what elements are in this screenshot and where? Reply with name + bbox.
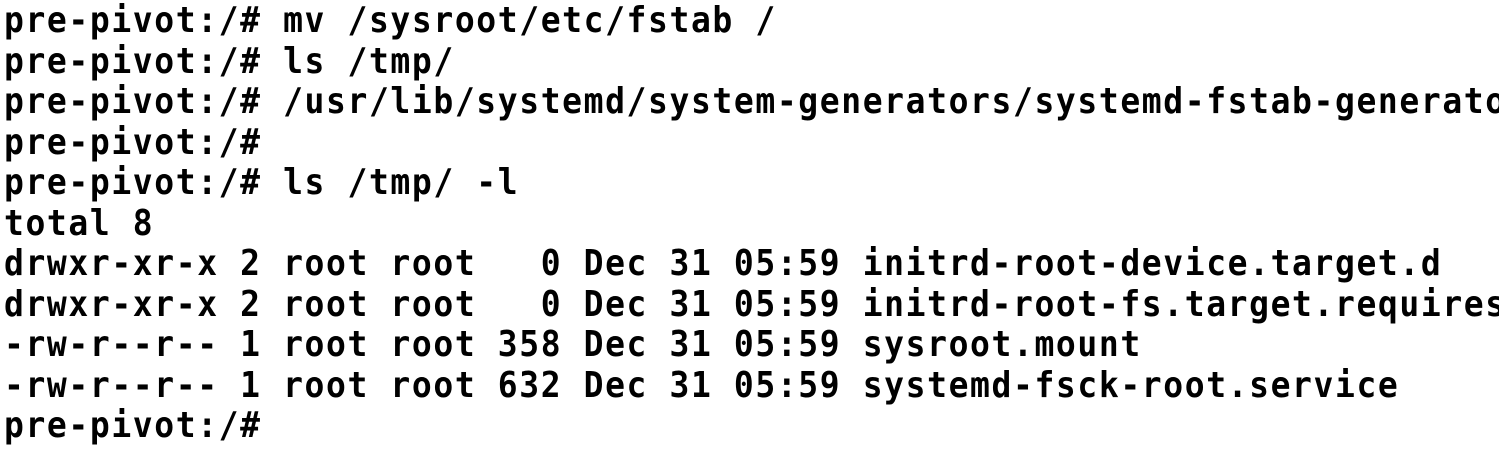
output-line: drwxr-xr-x 2 root root 0 Dec 31 05:59 in… bbox=[4, 281, 1499, 324]
terminal-output[interactable]: pre-pivot:/# mv /sysroot/etc/fstab / pre… bbox=[0, 0, 1499, 463]
prompt-line: pre-pivot:/# bbox=[4, 403, 262, 446]
output-line: -rw-r--r-- 1 root root 358 Dec 31 05:59 … bbox=[4, 322, 1142, 365]
output-line: -rw-r--r-- 1 root root 632 Dec 31 05:59 … bbox=[4, 362, 1400, 405]
prompt-line: pre-pivot:/# bbox=[4, 119, 262, 162]
output-line: total 8 bbox=[4, 200, 155, 243]
command-line: pre-pivot:/# mv /sysroot/etc/fstab / bbox=[4, 0, 777, 41]
command-line: pre-pivot:/# /usr/lib/systemd/system-gen… bbox=[4, 79, 1499, 122]
command-line: pre-pivot:/# ls /tmp/ -l bbox=[4, 160, 520, 203]
output-line: drwxr-xr-x 2 root root 0 Dec 31 05:59 in… bbox=[4, 241, 1443, 284]
command-line: pre-pivot:/# ls /tmp/ bbox=[4, 38, 455, 81]
